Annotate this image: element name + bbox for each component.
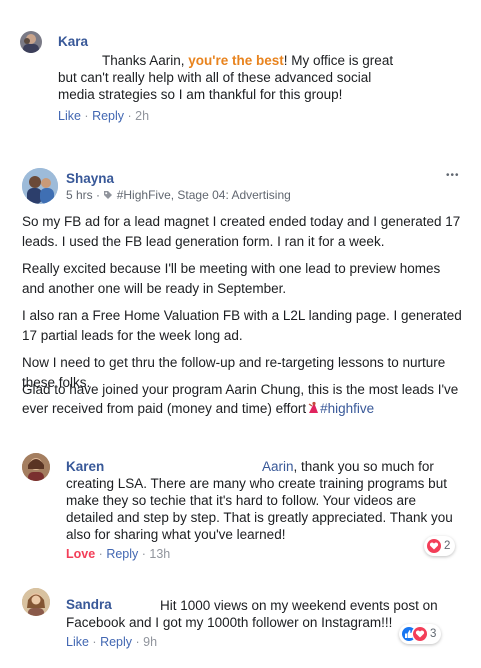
separator: · [127, 109, 136, 123]
comment-author[interactable]: Sandra [66, 597, 112, 612]
hashtag-link[interactable]: #highfive [320, 401, 374, 416]
comment-actions: Like · Reply · 9h [66, 635, 157, 649]
reaction-summary[interactable]: 3 [399, 624, 442, 644]
separator: · [84, 109, 93, 123]
post-text-line: Glad to have joined your program Aarin C… [22, 382, 459, 397]
comment-text-line: creating LSA. There are many who create … [66, 476, 447, 491]
post-text-line: I also ran a Free Home Valuation FB with… [22, 308, 462, 323]
comment-text-start: Thanks Aarin, [102, 53, 189, 68]
comment-time[interactable]: 9h [143, 635, 157, 649]
separator: · [92, 635, 101, 649]
post-text-line: Really excited because I'll be meeting w… [22, 261, 441, 276]
comment-text-line: make they so techie that it's hard to fo… [66, 493, 417, 508]
post-text-line: 17 partial leads for the week long ad. [22, 328, 243, 343]
like-button[interactable]: Like [58, 109, 81, 123]
comment-author[interactable]: Karen [66, 459, 104, 474]
love-reaction-icon [413, 627, 427, 641]
dancer-emoji-icon [306, 401, 320, 416]
comment-author[interactable]: Kara [58, 34, 88, 49]
comment-text: Thanks Aarin, you're the best! My office… [102, 52, 432, 69]
comment-actions: Love · Reply · 13h [66, 547, 170, 561]
highlight-text: you're the best [188, 53, 284, 68]
post-text-line: and another one will be ready in Septemb… [22, 281, 287, 296]
separator: · [135, 635, 144, 649]
avatar[interactable] [22, 453, 50, 481]
comment-text-line: media strategies so I am thankful for th… [58, 87, 343, 102]
post-text-line: Now I need to get thru the follow-up and… [22, 355, 446, 370]
comment-text-line: Hit 1000 views on my weekend events post… [160, 598, 438, 613]
like-button[interactable]: Like [66, 635, 89, 649]
post-text-line-last: ever received from paid (money and time)… [22, 399, 470, 418]
post-text-line: So my FB ad for a lead magnet I created … [22, 214, 461, 229]
tag-icon [103, 188, 116, 202]
mention-link[interactable]: Aarin [262, 459, 294, 474]
avatar[interactable] [22, 588, 50, 616]
post-text-line: leads. I used the FB lead generation for… [22, 234, 385, 249]
comment-text-line: Aarin, thank you so much for [262, 458, 452, 475]
comment-actions: Like · Reply · 2h [58, 109, 149, 123]
post-meta: 5 hrs · #HighFive, Stage 04: Advertising [66, 188, 291, 202]
comment-time[interactable]: 2h [135, 109, 149, 123]
love-reaction-icon [427, 539, 441, 553]
reply-button[interactable]: Reply [92, 109, 124, 123]
comment-text-line: also for sharing what you've learned! [66, 527, 286, 542]
comment-text-end: ! My office is great [283, 53, 394, 68]
more-options-icon[interactable]: ••• [446, 170, 460, 181]
post-text-fragment: ever received from paid (money and time)… [22, 401, 307, 416]
post-topic-tag[interactable]: #HighFive, Stage 04: Advertising [117, 188, 291, 202]
comment-text-line: detailed and step by step. That is great… [66, 510, 453, 525]
reaction-count: 2 [444, 540, 451, 552]
post-time[interactable]: 5 hrs [66, 188, 93, 202]
reaction-summary[interactable]: 2 [424, 536, 456, 556]
love-button[interactable]: Love [66, 547, 95, 561]
comment-time[interactable]: 13h [149, 547, 170, 561]
reply-button[interactable]: Reply [100, 635, 132, 649]
reaction-count: 3 [430, 628, 437, 640]
avatar[interactable] [22, 168, 58, 204]
comment-text-line: but can't really help with all of these … [58, 70, 372, 85]
post-author[interactable]: Shayna [66, 171, 114, 186]
comment-text-fragment: , thank you so much for [293, 459, 434, 474]
avatar[interactable] [20, 31, 42, 53]
reply-button[interactable]: Reply [106, 547, 138, 561]
